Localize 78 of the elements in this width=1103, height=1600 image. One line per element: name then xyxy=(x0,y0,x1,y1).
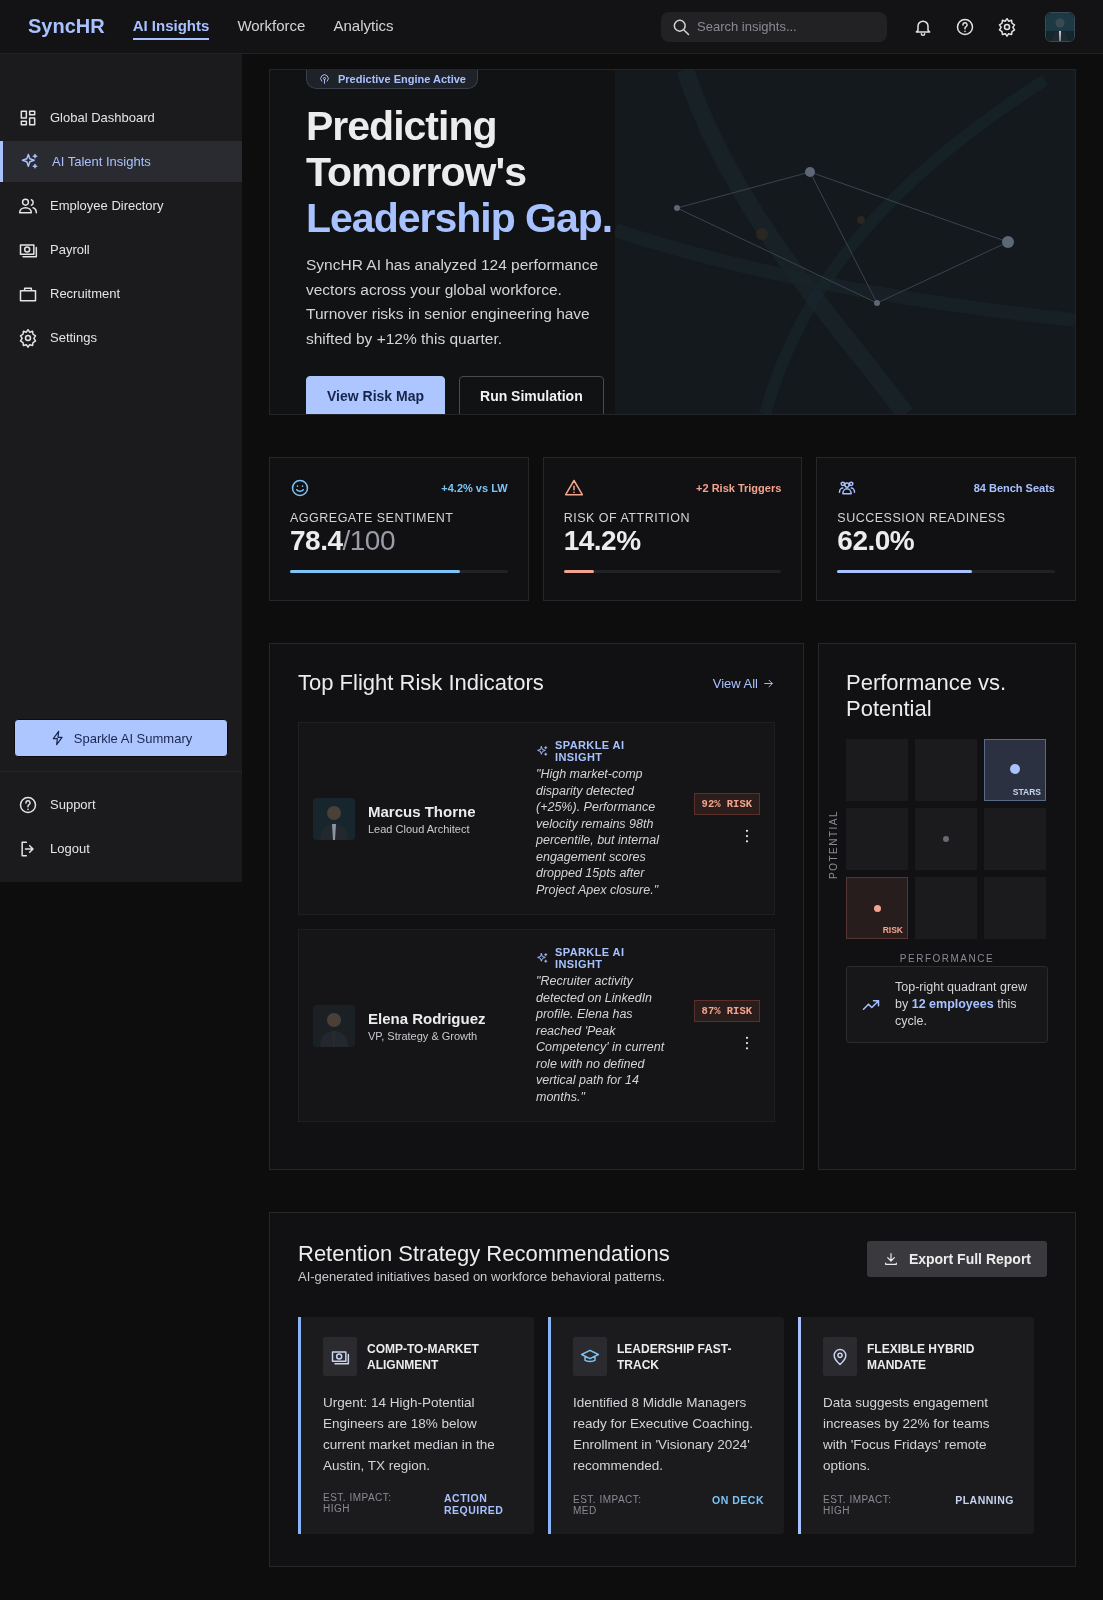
card-description: Data suggests engagement increases by 22% for teams with 'Focus Fridays' remote options. xyxy=(823,1394,991,1475)
insight-label: SPARKLE AI INSIGHT xyxy=(555,739,626,763)
status-badge: Predictive Engine Active xyxy=(306,70,478,89)
sparkle-icon xyxy=(536,951,549,965)
employee-role: Lead Cloud Architect xyxy=(368,822,471,835)
employee-role: VP, Strategy & Growth xyxy=(368,1029,479,1042)
card-description: Identified 8 Middle Managers ready for Executive Coaching. Enrollment in 'Visionary 2024' recommended. xyxy=(573,1394,755,1475)
view-all-link[interactable]: View All xyxy=(712,675,775,691)
nav-link[interactable]: Analytics xyxy=(333,13,394,40)
callout-text: Top-right quadrant grew by 12 employees this cycle. xyxy=(895,979,1029,1030)
help-icon xyxy=(18,794,38,815)
insight-text: "High market-comp disparity detected (+25%). Performance velocity remains 98th percentile, but internal engagement scores dropped 15pts after Project Apex closure." xyxy=(536,766,661,898)
impact-label: EST. IMPACT: MED xyxy=(573,1494,643,1516)
stat-label: AGGREGATE SENTIMENT xyxy=(290,511,455,525)
sidebar-item[interactable]: Support xyxy=(0,784,242,825)
sidebar-item[interactable]: Settings xyxy=(0,317,242,358)
radar-icon xyxy=(318,72,331,85)
hero-description: SyncHR AI has analyzed 124 performance vectors across your global workforce. Turnover risks in senior engineering have shifted by +12% this quarter. xyxy=(306,255,600,349)
insight-text: "Recruiter activity detected on LinkedIn profile. Elena has reached 'Peak Competency' in current role with no defined vertical path for 14 months." xyxy=(536,973,666,1105)
matrix-cell[interactable] xyxy=(915,808,977,870)
location-pin-icon xyxy=(830,1346,850,1367)
panel-title: Top Flight Risk Indicators xyxy=(298,670,544,696)
stat-label: SUCCESSION READINESS xyxy=(837,511,1007,525)
help-icon[interactable] xyxy=(955,16,975,37)
data-dot xyxy=(873,904,881,912)
impact-label: EST. IMPACT: HIGH xyxy=(823,1494,893,1516)
cell-label: STARS xyxy=(1012,787,1041,797)
hero-title: Predicting xyxy=(306,103,498,149)
sparkle-icon xyxy=(536,744,549,758)
sidebar-item[interactable]: Recruitment xyxy=(0,273,242,314)
card-description: Urgent: 14 High-Potential Engineers are 18% below current market median in the Austin, TX region. xyxy=(323,1394,496,1475)
hero-title: Tomorrow's xyxy=(306,149,527,195)
ai-summary-button[interactable]: Sparkle AI Summary xyxy=(14,719,228,757)
stat-label: RISK OF ATTRITION xyxy=(563,511,691,525)
settings-icon xyxy=(18,327,38,348)
axis-label: PERFORMANCE xyxy=(899,953,995,964)
sidebar-item[interactable]: AI Talent Insights xyxy=(0,141,242,182)
risk-badge: 87% RISK xyxy=(693,999,760,1022)
stat-value: 62.0% xyxy=(837,525,916,557)
impact-label: EST. IMPACT: HIGH xyxy=(323,1492,393,1514)
export-button[interactable]: Export Full Report xyxy=(866,1241,1047,1277)
status-label: ON DECK xyxy=(711,1494,764,1506)
settings-icon[interactable] xyxy=(997,16,1017,37)
search-field[interactable]: Search insights... xyxy=(661,11,887,42)
stat-value: 78.4/100 xyxy=(290,525,396,557)
status-label: ACTION REQUIRED xyxy=(444,1492,505,1516)
panel-title: Performance vs. Potential xyxy=(846,670,1008,722)
insight-label: SPARKLE AI INSIGHT xyxy=(555,946,626,970)
risk-badge: 92% RISK xyxy=(693,792,760,815)
secondary-button[interactable]: Run Simulation xyxy=(459,376,604,414)
nav-link[interactable]: Workforce xyxy=(237,13,306,40)
card-title: COMP-TO-MARKET ALIGNMENT xyxy=(367,1340,480,1373)
axis-label: POTENTIAL xyxy=(828,811,839,879)
employee-name: Marcus Thorne xyxy=(368,802,477,820)
hero-title: Leadership Gap. xyxy=(306,195,613,241)
primary-button[interactable]: View Risk Map xyxy=(306,376,445,414)
panel-subtitle: AI-generated initiatives based on workforce behavioral patterns. xyxy=(298,1269,667,1284)
data-dot xyxy=(943,836,949,842)
download-icon xyxy=(882,1251,899,1267)
employee-name: Elena Rodriguez xyxy=(368,1009,487,1027)
stat-delta: 84 Bench Seats xyxy=(973,482,1055,494)
stat-value: 14.2% xyxy=(563,525,642,557)
matrix-cell[interactable]: RISK xyxy=(846,877,908,939)
sidebar-item[interactable]: Employee Directory xyxy=(0,185,242,226)
stat-delta: +2 Risk Triggers xyxy=(696,482,782,494)
card-title: FLEXIBLE HYBRID MANDATE xyxy=(867,1340,976,1373)
brand-logo[interactable]: SyncHR xyxy=(28,15,105,38)
sidebar-item[interactable]: Payroll xyxy=(0,229,242,270)
stat-delta: +4.2% vs LW xyxy=(441,482,508,494)
nav-link[interactable]: AI Insights xyxy=(132,13,210,40)
panel-title: Retention Strategy Recommendations xyxy=(298,1241,670,1267)
matrix-cell[interactable]: STARS xyxy=(984,739,1046,801)
card-title: LEADERSHIP FAST-TRACK xyxy=(617,1340,733,1373)
status-label: PLANNING xyxy=(954,1494,1014,1506)
sidebar-item[interactable]: Global Dashboard xyxy=(0,97,242,138)
data-dot xyxy=(1010,763,1020,774)
sidebar-item[interactable]: Logout xyxy=(0,828,242,869)
cell-label: RISK xyxy=(882,925,903,935)
